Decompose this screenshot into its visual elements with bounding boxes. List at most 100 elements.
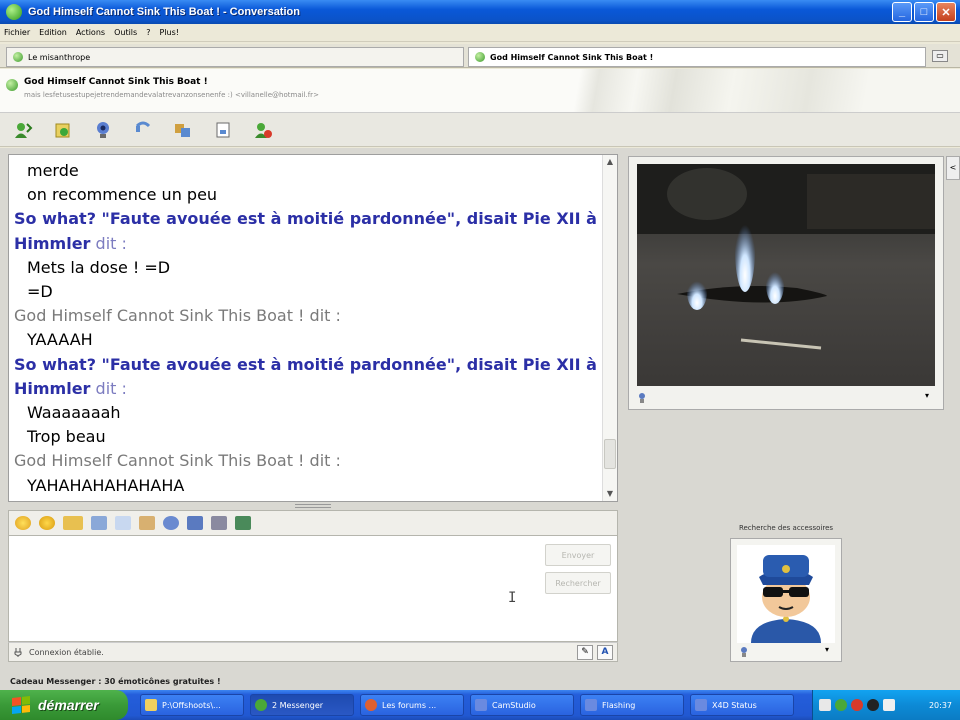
said-label: dit : (90, 233, 127, 253)
avatar[interactable] (737, 545, 835, 643)
history-scrollbar[interactable]: ▲ ▼ (602, 155, 617, 501)
tab-misanthrope[interactable]: Le misanthrope (6, 47, 464, 67)
taskbar-item-camstudio[interactable]: CamStudio (470, 694, 574, 716)
sender-name: Himmler (14, 378, 91, 398)
taskbar-item-explorer[interactable]: P:\Offshoots\... (140, 694, 244, 716)
taskbar-item-status[interactable]: X4D Status (690, 694, 794, 716)
app-icon (695, 699, 707, 711)
contact-personal-message: mais lesfetusestupejetrendemandevalatrev… (24, 91, 319, 99)
scroll-thumb[interactable] (604, 439, 616, 469)
message-body: on recommence un peu (27, 185, 218, 205)
start-label: démarrer (38, 697, 99, 713)
minimize-button[interactable]: _ (892, 2, 912, 22)
taskbar-item-messenger[interactable]: 2 Messenger (250, 694, 354, 716)
menu-actions[interactable]: Actions (76, 28, 105, 37)
text-style-icon[interactable] (187, 516, 203, 530)
webcam-menu-icon[interactable]: ▾ (925, 391, 929, 400)
sender-name: God Himself Cannot Sink This Boat ! dit … (14, 451, 341, 471)
menu-plus[interactable]: Plus! (159, 28, 179, 37)
emoticon-icon[interactable] (15, 516, 31, 530)
taskbar-item-flashing[interactable]: Flashing (580, 694, 684, 716)
connection-status-bar: Connexion établie. ✎ A (8, 642, 618, 662)
message-text: YAHAHAHAHAHAHA (9, 474, 604, 498)
menu-help[interactable]: ? (146, 28, 150, 37)
message-body: Waaaaaaah (27, 403, 121, 423)
more-icon[interactable] (235, 516, 251, 530)
browser-icon (365, 699, 377, 711)
connection-icon (14, 648, 22, 657)
message-text: on recommence un peu (9, 183, 604, 207)
contact-status-icon (475, 52, 485, 62)
send-button[interactable]: Envoyer (545, 544, 611, 566)
invite-icon[interactable] (12, 119, 34, 141)
message-history[interactable]: merde on recommence un peu So what? "Faute… (8, 154, 618, 502)
tab-god-himself[interactable]: God Himself Cannot Sink This Boat ! (468, 47, 926, 67)
compose-box[interactable]: Envoyer Rechercher I (8, 536, 618, 642)
conversation-area: merde on recommence un peu So what? "Faute… (0, 148, 960, 690)
task-label: Les forums ... (382, 700, 437, 710)
activities-icon[interactable] (172, 119, 194, 141)
window-title: God Himself Cannot Sink This Boat ! - Co… (28, 6, 300, 18)
text-cursor-icon: I (508, 590, 517, 606)
menu-file[interactable]: Fichier (4, 28, 30, 37)
tab-label: Le misanthrope (28, 52, 91, 62)
wink-icon[interactable] (63, 516, 83, 530)
nudge-icon[interactable] (91, 516, 107, 530)
handwriting-button[interactable]: ✎ (577, 645, 593, 660)
pane-splitter[interactable] (295, 504, 331, 508)
connection-status-text: Connexion établie. (29, 647, 104, 657)
message-body: YAHAHAHAHAHAHA (27, 475, 185, 495)
tab-list-button[interactable]: ▭ (932, 50, 948, 62)
webcam-icon[interactable] (92, 119, 114, 141)
taskbar-item-forums[interactable]: Les forums ... (360, 694, 464, 716)
scroll-down-icon[interactable]: ▼ (603, 487, 617, 501)
gift-icon[interactable] (139, 516, 155, 530)
contact-status-icon (6, 79, 18, 91)
title-bar[interactable]: God Himself Cannot Sink This Boat ! - Co… (0, 0, 960, 24)
games-icon[interactable] (212, 119, 234, 141)
conversation-tabs: Le misanthrope God Himself Cannot Sink T… (0, 44, 960, 68)
menu-bar: Fichier Edition Actions Outils ? Plus! (0, 24, 960, 42)
music-icon[interactable] (163, 516, 179, 530)
sender-name: So what? "Faute avouée est à moitié pard… (14, 209, 597, 229)
message-sender: God Himself Cannot Sink This Boat ! dit … (9, 449, 604, 473)
start-button[interactable]: démarrer (0, 690, 128, 720)
send-files-icon[interactable] (52, 119, 74, 141)
tray-media-icon[interactable] (867, 699, 879, 711)
panel-collapse-icon[interactable]: < (946, 156, 960, 180)
pen-icon[interactable] (211, 516, 227, 530)
window-controls: _ □ ✕ (892, 2, 956, 22)
message-text: merde (9, 159, 604, 183)
menu-tools[interactable]: Outils (114, 28, 137, 37)
message-body: merde (27, 161, 79, 180)
avatar-settings-icon[interactable] (739, 646, 749, 658)
taskbar: démarrer P:\Offshoots\... 2 Messenger Le… (0, 690, 960, 720)
webcam-settings-icon[interactable] (637, 392, 647, 404)
ad-banner[interactable]: Cadeau Messenger : 30 émoticônes gratuit… (0, 674, 960, 690)
tray-messenger-icon[interactable] (835, 699, 847, 711)
sender-name: Himmler (14, 233, 91, 253)
font-button[interactable]: A (597, 645, 613, 660)
task-label: X4D Status (712, 700, 757, 710)
message-sender: So what? "Faute avouée est à moitié pard… (9, 353, 604, 377)
tray-volume-icon[interactable] (883, 699, 895, 711)
call-icon[interactable] (132, 119, 154, 141)
tray-network-icon[interactable] (819, 699, 831, 711)
message-sender: God Himself Cannot Sink This Boat ! dit … (9, 304, 604, 328)
close-button[interactable]: ✕ (936, 2, 956, 22)
scroll-up-icon[interactable]: ▲ (603, 155, 617, 169)
block-icon[interactable] (252, 119, 274, 141)
tray-security-icon[interactable] (851, 699, 863, 711)
task-label: P:\Offshoots\... (162, 700, 221, 710)
background-icon[interactable] (115, 516, 131, 530)
message-sender: Himmler dit : (9, 377, 604, 401)
task-label: CamStudio (492, 700, 536, 710)
search-button[interactable]: Rechercher (545, 572, 611, 594)
maximize-button[interactable]: □ (914, 2, 934, 22)
menu-edit[interactable]: Edition (39, 28, 67, 37)
app-icon (585, 699, 597, 711)
avatar-menu-icon[interactable]: ▾ (825, 645, 829, 654)
contact-name: God Himself Cannot Sink This Boat ! (24, 77, 208, 87)
messenger-icon (255, 699, 267, 711)
voice-clip-icon[interactable] (39, 516, 55, 530)
